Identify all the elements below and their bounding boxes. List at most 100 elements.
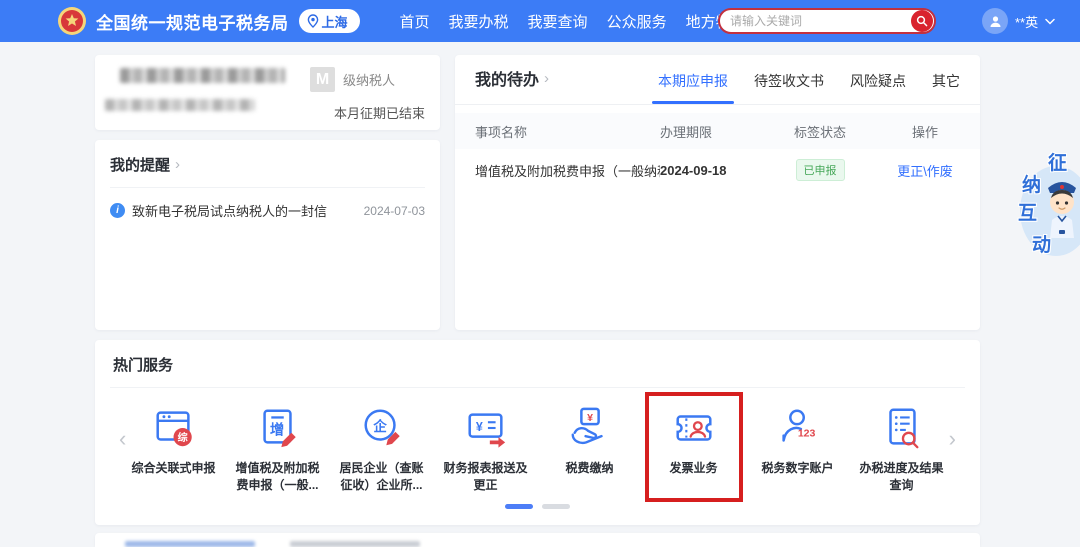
svg-text:增: 增 bbox=[269, 421, 283, 439]
credit-letter-badge: M bbox=[310, 67, 335, 92]
tab-current-declaration[interactable]: 本期应申报 bbox=[658, 71, 728, 104]
redacted-taxpayer-id bbox=[105, 99, 255, 111]
chevron-down-icon[interactable] bbox=[1045, 18, 1055, 25]
tab-documents-to-sign[interactable]: 待签收文书 bbox=[754, 71, 824, 104]
nav-item-query[interactable]: 我要查询 bbox=[528, 11, 588, 32]
correct-void-link[interactable]: 更正\作废 bbox=[897, 164, 953, 179]
info-icon: i bbox=[110, 203, 125, 218]
tax-officer-mascot-icon bbox=[1042, 172, 1080, 252]
service-vat-declaration[interactable]: 增 增值税及附加税费申报（一般... bbox=[230, 405, 326, 494]
services-title: 热门服务 bbox=[113, 354, 173, 375]
svg-text:企: 企 bbox=[372, 418, 387, 434]
service-label: 财务报表报送及更正 bbox=[442, 460, 530, 494]
hot-services-card: 热门服务 ‹ › 综 综合关联式申报 增 bbox=[95, 340, 980, 525]
report-arrow-icon: ¥ bbox=[463, 405, 509, 451]
todo-item-status: 已申报 bbox=[770, 159, 870, 181]
service-tax-payment[interactable]: ¥ 税费缴纳 bbox=[542, 405, 638, 494]
location-pin-icon bbox=[307, 14, 319, 28]
col-status: 标签状态 bbox=[770, 122, 870, 141]
interaction-char: 征 bbox=[1048, 148, 1067, 175]
todo-item-name: 增值税及附加税费申报（一般纳税人适... bbox=[455, 161, 660, 180]
tab-risk-points[interactable]: 风险疑点 bbox=[850, 71, 906, 104]
service-digital-account[interactable]: 123 税务数字账户 bbox=[750, 405, 846, 494]
service-label: 增值税及附加税费申报（一般... bbox=[234, 460, 322, 494]
search-box bbox=[718, 8, 936, 34]
hand-pay-icon: ¥ bbox=[567, 405, 613, 451]
national-emblem-logo bbox=[57, 6, 87, 36]
svg-text:综: 综 bbox=[177, 431, 187, 444]
location-label: 上海 bbox=[322, 12, 348, 31]
person-123-icon: 123 bbox=[775, 405, 821, 451]
carousel-pagination bbox=[95, 504, 980, 509]
todo-item-action-cell: 更正\作废 bbox=[870, 161, 980, 180]
search-button[interactable] bbox=[911, 10, 933, 32]
search-input[interactable] bbox=[720, 14, 911, 28]
reminders-header: 我的提醒 › bbox=[95, 140, 440, 187]
collection-period-status: 本月征期已结束 bbox=[334, 103, 425, 122]
user-name: **英 bbox=[1015, 12, 1038, 31]
doc-search-icon bbox=[879, 405, 925, 451]
reminder-date: 2024-07-03 bbox=[364, 204, 425, 218]
service-label: 综合关联式申报 bbox=[130, 460, 218, 477]
todo-item-deadline: 2024-09-18 bbox=[660, 163, 770, 178]
tax-interaction-widget[interactable]: 征 纳 互 动 bbox=[1016, 148, 1080, 260]
todo-header: 我的待办 › 本期应申报 待签收文书 风险疑点 其它 bbox=[455, 55, 980, 105]
col-item-name: 事项名称 bbox=[455, 122, 660, 141]
reminder-list-item[interactable]: i 致新电子税局试点纳税人的一封信 2024-07-03 bbox=[95, 188, 440, 233]
service-financial-report[interactable]: ¥ 财务报表报送及更正 bbox=[438, 405, 534, 494]
todo-title: 我的待办 bbox=[475, 66, 539, 90]
credit-label: 级纳税人 bbox=[343, 70, 395, 89]
main-nav: 首页 我要办税 我要查询 公众服务 地方特色 bbox=[400, 11, 746, 32]
service-label: 税费缴纳 bbox=[546, 460, 634, 477]
partial-next-section bbox=[95, 533, 980, 547]
todo-title-wrap: 我的待办 › bbox=[475, 66, 549, 104]
service-resident-enterprise-tax[interactable]: 企 居民企业（查账征收）企业所... bbox=[334, 405, 430, 494]
etax-portal-page: 全国统一规范电子税务局 上海 首页 我要办税 我要查询 公众服务 地方特色 bbox=[0, 0, 1080, 547]
taxpayer-profile-card: M 级纳税人 本月征期已结束 bbox=[95, 55, 440, 130]
clipped-text-placeholder bbox=[125, 541, 255, 547]
service-label: 税务数字账户 bbox=[754, 460, 842, 477]
location-selector[interactable]: 上海 bbox=[299, 9, 360, 33]
col-action: 操作 bbox=[870, 122, 980, 141]
doc-pencil-icon: 增 bbox=[255, 405, 301, 451]
interaction-char: 纳 bbox=[1022, 170, 1041, 197]
svg-text:123: 123 bbox=[797, 428, 815, 440]
reminders-more-icon[interactable]: › bbox=[175, 156, 180, 173]
status-badge: 已申报 bbox=[796, 159, 845, 181]
user-avatar[interactable] bbox=[982, 8, 1008, 34]
carousel-dot-1[interactable] bbox=[505, 504, 533, 509]
window-badge-icon: 综 bbox=[151, 405, 197, 451]
interaction-char: 互 bbox=[1018, 198, 1037, 225]
site-title: 全国统一规范电子税务局 bbox=[96, 9, 289, 34]
todo-tabs: 本期应申报 待签收文书 风险疑点 其它 bbox=[658, 71, 960, 104]
service-label: 发票业务 bbox=[650, 460, 738, 477]
todo-table-row: 增值税及附加税费申报（一般纳税人适... 2024-09-18 已申报 更正\作… bbox=[455, 149, 980, 191]
credit-rating: M 级纳税人 bbox=[310, 67, 395, 92]
svg-text:¥: ¥ bbox=[587, 412, 593, 424]
todo-more-icon[interactable]: › bbox=[544, 70, 549, 87]
carousel-dot-2[interactable] bbox=[542, 504, 570, 509]
col-deadline: 办理期限 bbox=[660, 122, 770, 141]
nav-item-home[interactable]: 首页 bbox=[400, 11, 430, 32]
nav-item-tax-handling[interactable]: 我要办税 bbox=[449, 11, 509, 32]
services-header: 热门服务 bbox=[95, 340, 980, 387]
service-progress-result-query[interactable]: 办税进度及结果查询 bbox=[854, 405, 950, 494]
my-todo-card: 我的待办 › 本期应申报 待签收文书 风险疑点 其它 事项名称 办理期限 标签状… bbox=[455, 55, 980, 330]
carousel-next-icon[interactable]: › bbox=[949, 428, 956, 450]
service-comprehensive-declaration[interactable]: 综 综合关联式申报 bbox=[126, 405, 222, 494]
redacted-taxpayer-name bbox=[120, 68, 285, 83]
circle-pencil-icon: 企 bbox=[359, 405, 405, 451]
tab-other[interactable]: 其它 bbox=[932, 71, 960, 104]
reminder-text: 致新电子税局试点纳税人的一封信 bbox=[132, 201, 364, 220]
service-label: 办税进度及结果查询 bbox=[858, 460, 946, 494]
todo-table-header: 事项名称 办理期限 标签状态 操作 bbox=[455, 113, 980, 149]
reminders-title: 我的提醒 bbox=[110, 154, 170, 175]
top-navigation-bar: 全国统一规范电子税务局 上海 首页 我要办税 我要查询 公众服务 地方特色 bbox=[0, 0, 1080, 42]
search-icon bbox=[916, 15, 928, 27]
user-area: **英 bbox=[982, 0, 1055, 42]
my-reminders-card: 我的提醒 › i 致新电子税局试点纳税人的一封信 2024-07-03 bbox=[95, 140, 440, 330]
nav-item-public-service[interactable]: 公众服务 bbox=[607, 11, 667, 32]
svg-text:¥: ¥ bbox=[475, 420, 482, 434]
service-label: 居民企业（查账征收）企业所... bbox=[338, 460, 426, 494]
service-invoice-business-highlighted[interactable]: 发票业务 bbox=[646, 405, 742, 494]
